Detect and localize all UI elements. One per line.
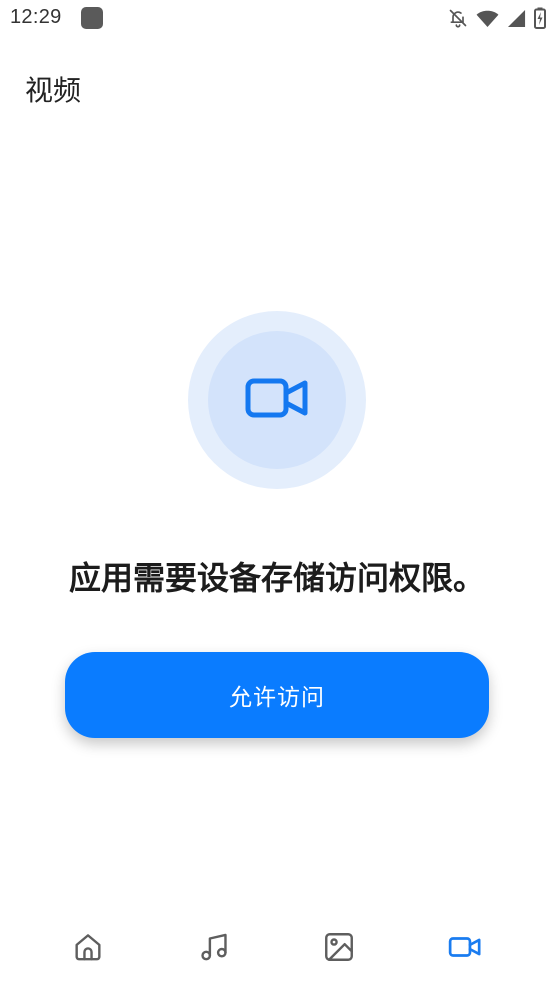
permission-illustration xyxy=(188,311,366,489)
home-icon xyxy=(71,930,105,964)
nav-item-images[interactable] xyxy=(307,915,371,979)
status-icons xyxy=(448,6,546,30)
permission-message: 应用需要设备存储访问权限。 xyxy=(68,560,485,596)
video-camera-icon xyxy=(245,378,309,423)
nav-item-home[interactable] xyxy=(56,915,120,979)
video-camera-icon xyxy=(447,930,483,964)
music-note-icon xyxy=(197,930,231,964)
nav-item-music[interactable] xyxy=(182,915,246,979)
status-time: 12:29 xyxy=(10,6,62,28)
bell-off-icon xyxy=(448,7,468,29)
allow-access-button[interactable]: 允许访问 xyxy=(65,652,489,738)
nav-item-videos[interactable] xyxy=(433,915,497,979)
wifi-icon xyxy=(476,9,499,28)
allow-access-label: 允许访问 xyxy=(229,684,325,710)
signal-icon xyxy=(507,9,526,28)
app-notification-icon xyxy=(81,7,103,29)
battery-charging-icon xyxy=(534,7,546,29)
bottom-nav xyxy=(0,915,554,979)
screen: 12:29 视频 应用需要设备存储访问权限。 允许访问 xyxy=(0,0,554,985)
page-title: 视频 xyxy=(25,75,82,106)
illustration-inner-circle xyxy=(208,331,346,469)
image-icon xyxy=(322,930,356,964)
